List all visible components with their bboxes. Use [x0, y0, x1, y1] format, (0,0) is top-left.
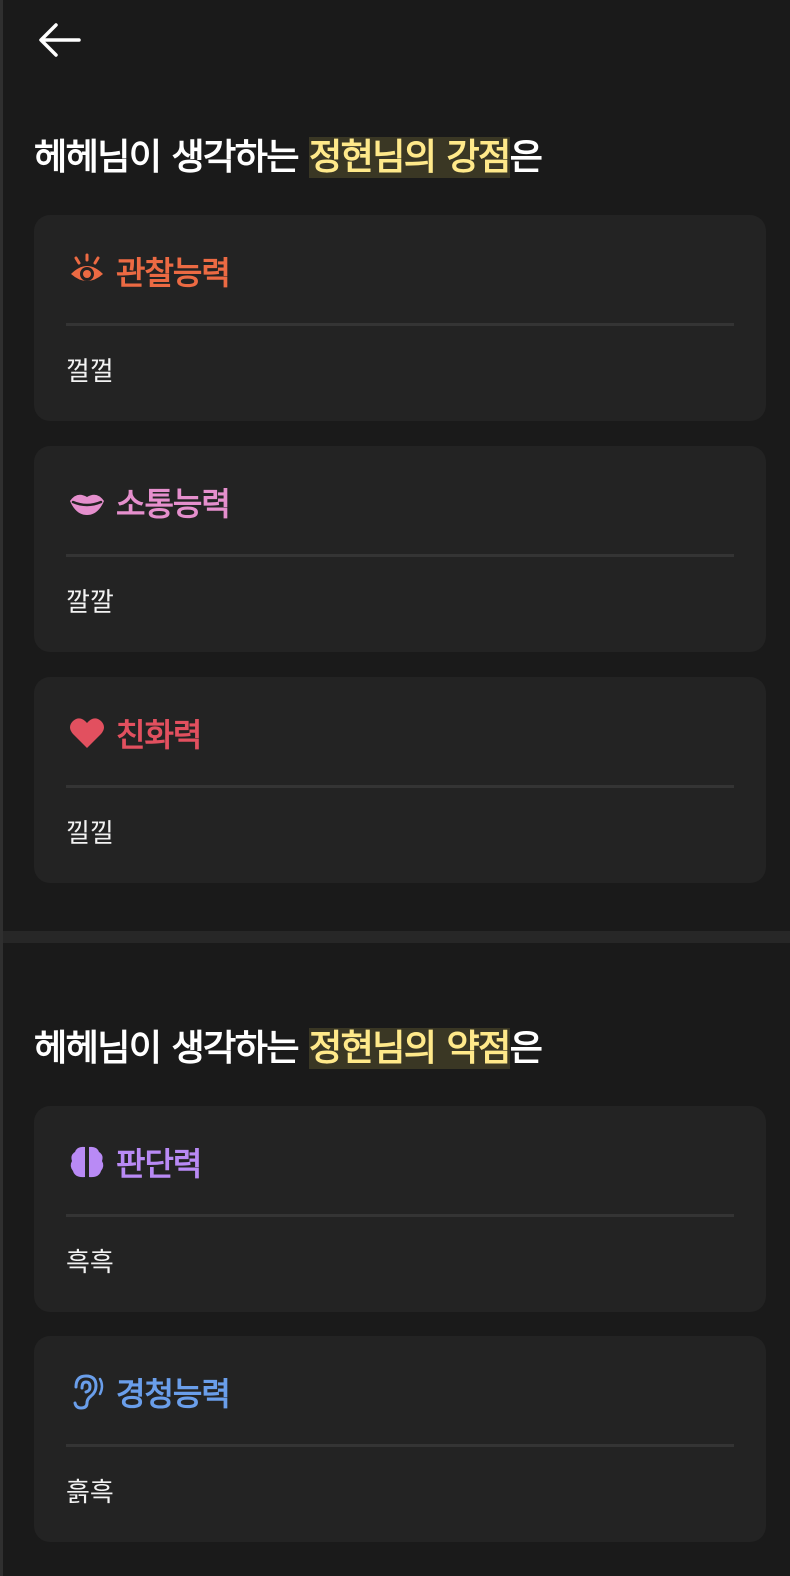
- card-label: 경청능력: [116, 1375, 231, 1413]
- back-arrow-icon: [39, 23, 81, 57]
- back-button[interactable]: [34, 18, 84, 62]
- strength-card-observation: 관찰능력 껄껄: [34, 215, 766, 421]
- card-header: 친화력: [68, 709, 202, 757]
- weaknesses-title-highlight: 정현님의 약점: [309, 1028, 511, 1069]
- card-text: 깔깔: [66, 588, 114, 618]
- weaknesses-title-prefix: 헤헤님이 생각하는: [34, 1028, 310, 1069]
- strengths-title: 헤헤님이 생각하는 정현님의 강점은: [34, 134, 543, 182]
- card-label: 소통능력: [116, 485, 231, 523]
- strengths-title-highlight: 정현님의 강점: [309, 137, 511, 178]
- eye-icon: [68, 252, 106, 290]
- weaknesses-title-suffix: 은: [509, 1028, 543, 1069]
- ear-icon: [68, 1373, 106, 1411]
- strength-card-sociability: 친화력 낄낄: [34, 677, 766, 883]
- card-text: 흙흑: [66, 1478, 114, 1508]
- weakness-card-listening: 경청능력 흙흑: [34, 1336, 766, 1542]
- brain-icon: [68, 1143, 106, 1181]
- card-divider: [66, 785, 734, 788]
- weaknesses-title: 헤헤님이 생각하는 정현님의 약점은: [34, 1025, 543, 1073]
- card-text: 흑흑: [66, 1248, 114, 1278]
- card-divider: [66, 1214, 734, 1217]
- lips-icon: [68, 483, 106, 521]
- card-divider: [66, 323, 734, 326]
- strengths-title-suffix: 은: [509, 137, 543, 178]
- heart-icon: [68, 714, 106, 752]
- card-label: 친화력: [116, 716, 202, 754]
- card-header: 관찰능력: [68, 247, 231, 295]
- section-divider: [3, 931, 790, 943]
- card-text: 껄껄: [66, 357, 114, 387]
- card-text: 낄낄: [66, 819, 114, 849]
- card-header: 판단력: [68, 1138, 202, 1186]
- card-label: 판단력: [116, 1145, 202, 1183]
- card-header: 경청능력: [68, 1368, 231, 1416]
- card-divider: [66, 554, 734, 557]
- card-divider: [66, 1444, 734, 1447]
- card-label: 관찰능력: [116, 254, 231, 292]
- strengths-title-prefix: 헤헤님이 생각하는: [34, 137, 310, 178]
- strength-card-communication: 소통능력 깔깔: [34, 446, 766, 652]
- left-edge-rule: [0, 0, 3, 1576]
- card-header: 소통능력: [68, 478, 231, 526]
- weakness-card-judgment: 판단력 흑흑: [34, 1106, 766, 1312]
